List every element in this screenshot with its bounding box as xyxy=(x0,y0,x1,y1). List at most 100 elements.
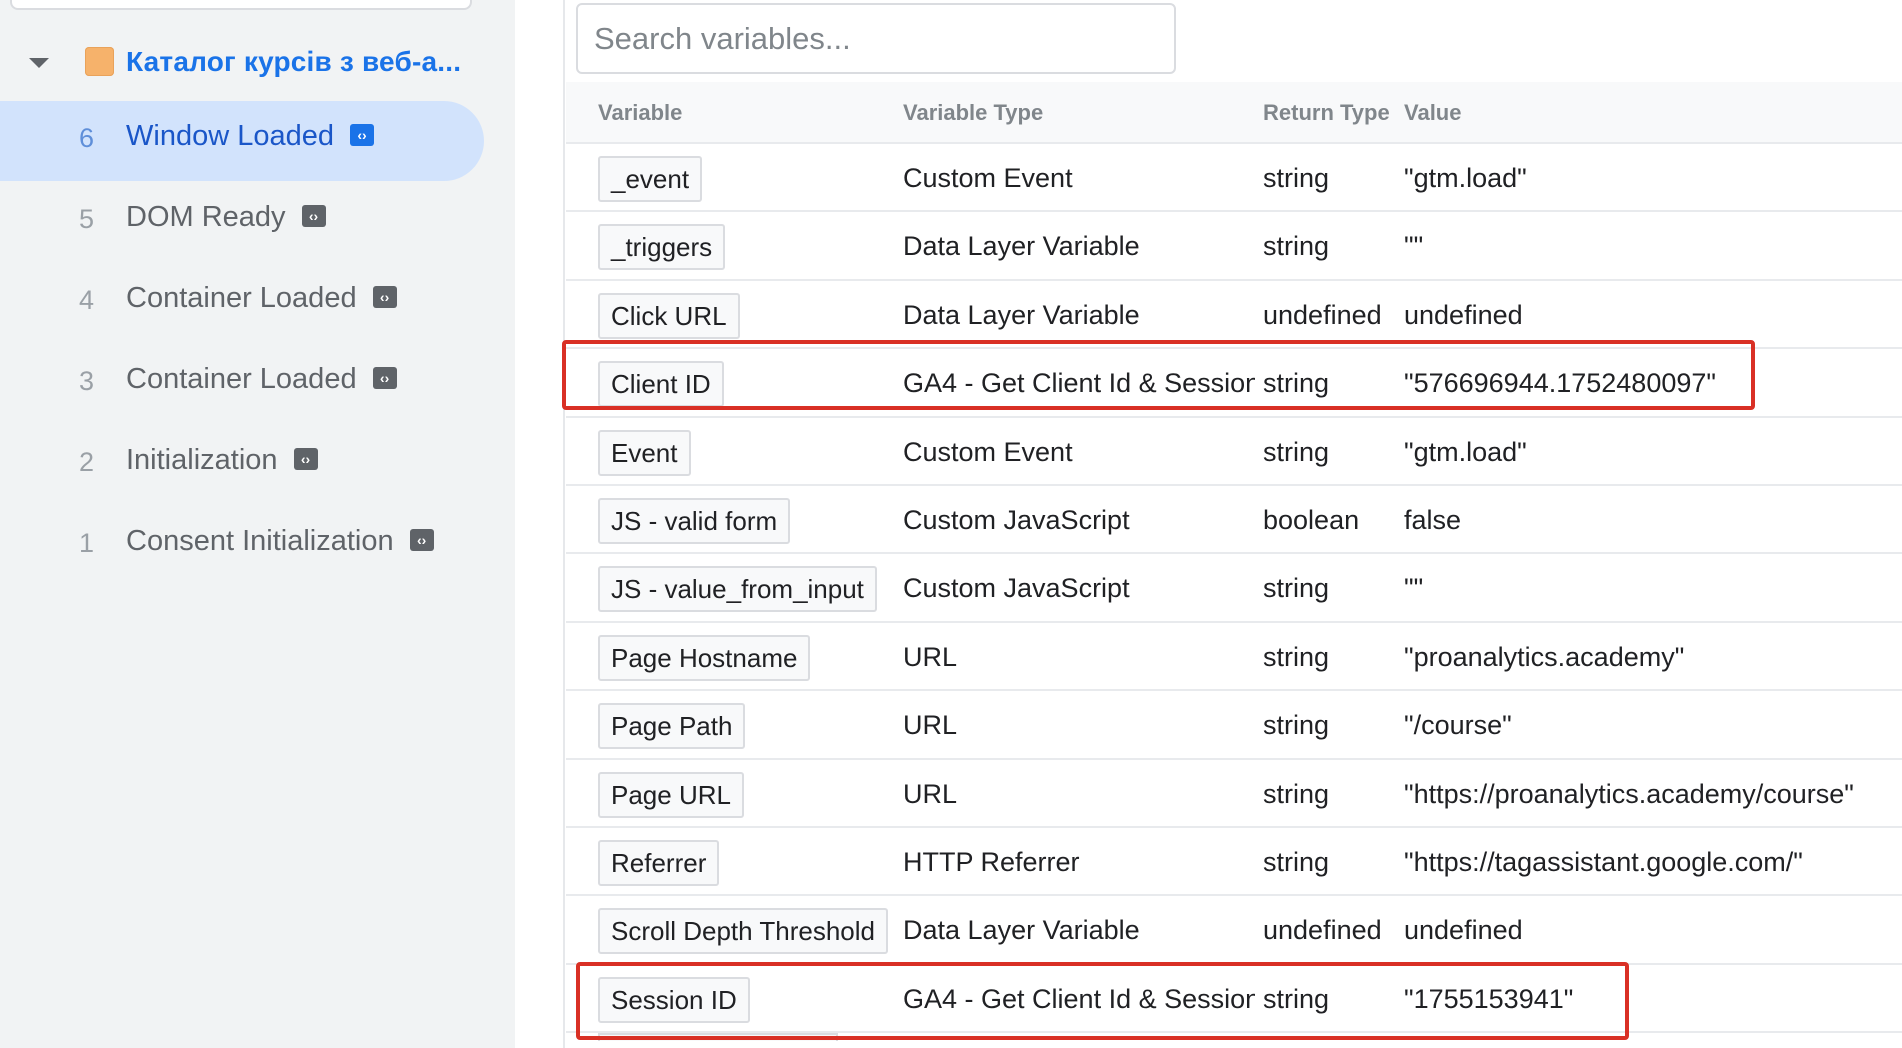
variable-type: URL xyxy=(903,710,958,741)
return-type: undefined xyxy=(1263,915,1382,946)
variable-value: undefined xyxy=(1404,915,1523,946)
code-icon xyxy=(409,529,434,552)
table-row: Click URL Data Layer Variable undefined … xyxy=(566,281,1902,350)
variable-type: Custom JavaScript xyxy=(903,504,1130,535)
event-item-window-loaded[interactable]: 6 Window Loaded xyxy=(0,101,515,182)
sidebar: Каталог курсів з веб-а... 6 Window Loade… xyxy=(0,0,515,1048)
return-type: boolean xyxy=(1263,504,1360,535)
variable-name[interactable]: Scroll Depth Threshold xyxy=(598,908,888,955)
variable-name[interactable]: Referrer xyxy=(598,839,720,886)
variable-value: "576696944.1752480097" xyxy=(1404,368,1716,399)
variable-value: "https://tagassistant.google.com/" xyxy=(1404,846,1803,877)
variable-type: URL xyxy=(903,641,958,672)
event-name: Container Loaded xyxy=(126,363,357,395)
return-type: string xyxy=(1263,983,1330,1014)
variable-name-partial[interactable] xyxy=(598,1033,838,1042)
event-number: 3 xyxy=(79,366,95,396)
variable-name[interactable]: JS - valid form xyxy=(598,497,791,544)
event-name: DOM Ready xyxy=(126,201,286,233)
event-number: 1 xyxy=(79,528,95,558)
variable-name[interactable]: Page Hostname xyxy=(598,634,811,681)
variable-name[interactable]: JS - value_from_input xyxy=(598,566,877,613)
container-name: Каталог курсів з веб-а... xyxy=(126,46,462,77)
variable-type: Data Layer Variable xyxy=(903,231,1140,262)
variable-type: GA4 - Get Client Id & Session Id xyxy=(903,368,1255,399)
event-number: 4 xyxy=(79,285,95,315)
container-icon xyxy=(85,47,114,76)
variable-name[interactable]: Event xyxy=(598,429,691,476)
event-item-dom-ready[interactable]: 5 DOM Ready xyxy=(0,182,515,263)
variable-value: undefined xyxy=(1404,299,1523,330)
table-row: Client ID GA4 - Get Client Id & Session … xyxy=(566,349,1902,418)
variable-type: Custom Event xyxy=(903,436,1073,467)
return-type: string xyxy=(1263,641,1330,672)
variable-type: URL xyxy=(903,778,958,809)
return-type: string xyxy=(1263,436,1330,467)
table-row: Scroll Depth Threshold Data Layer Variab… xyxy=(566,896,1902,965)
table-row: JS - valid form Custom JavaScript boolea… xyxy=(566,486,1902,555)
column-header-return-type: Return Type xyxy=(1263,100,1390,125)
search-input[interactable] xyxy=(576,3,1176,74)
event-item-consent-initialization[interactable]: 1 Consent Initialization xyxy=(0,506,515,587)
variable-value: "gtm.load" xyxy=(1404,436,1527,467)
variable-name[interactable]: _triggers xyxy=(598,224,726,271)
return-type: string xyxy=(1263,710,1330,741)
variable-value: "gtm.load" xyxy=(1404,163,1527,193)
column-header-variable-type: Variable Type xyxy=(903,100,1044,125)
variable-name[interactable]: _event xyxy=(598,156,703,202)
panel-gutter xyxy=(515,0,566,1048)
table-row: _event Custom Event string "gtm.load" xyxy=(566,144,1902,213)
table-row: Referrer HTTP Referrer string "https://t… xyxy=(566,828,1902,897)
event-item-container-loaded-4[interactable]: 4 Container Loaded xyxy=(0,263,515,344)
return-type: string xyxy=(1263,368,1330,399)
code-icon xyxy=(293,448,318,471)
event-item-initialization[interactable]: 2 Initialization xyxy=(0,425,515,506)
event-number: 6 xyxy=(79,123,95,153)
variable-name[interactable]: Page URL xyxy=(598,771,744,818)
return-type: string xyxy=(1263,573,1330,604)
variable-value: "1755153941" xyxy=(1404,983,1574,1014)
tag-assistant-app: Каталог курсів з веб-а... 6 Window Loade… xyxy=(0,0,1902,1048)
sidebar-top-control[interactable] xyxy=(10,0,472,10)
container-header[interactable]: Каталог курсів з веб-а... xyxy=(0,36,515,88)
code-icon xyxy=(349,124,374,147)
table-row: Page Path URL string "/course" xyxy=(566,691,1902,760)
table-row: Session ID GA4 - Get Client Id & Session… xyxy=(566,965,1902,1034)
table-row: JS - value_from_input Custom JavaScript … xyxy=(566,554,1902,623)
variable-value: "" xyxy=(1404,231,1424,262)
variable-name[interactable]: Click URL xyxy=(598,292,740,339)
column-header-variable: Variable xyxy=(598,100,683,125)
variable-name[interactable]: Client ID xyxy=(598,361,724,408)
return-type: string xyxy=(1263,163,1330,193)
return-type: string xyxy=(1263,231,1330,262)
event-name: Window Loaded xyxy=(126,120,334,152)
chevron-down-icon[interactable] xyxy=(29,58,49,68)
code-icon xyxy=(372,286,397,309)
event-item-container-loaded-3[interactable]: 3 Container Loaded xyxy=(0,344,515,425)
return-type: string xyxy=(1263,778,1330,809)
event-name: Initialization xyxy=(126,444,278,476)
table-row: _triggers Data Layer Variable string "" xyxy=(566,212,1902,281)
variable-value: "https://proanalytics.academy/course" xyxy=(1404,778,1854,809)
table-row: Page Hostname URL string "proanalytics.a… xyxy=(566,623,1902,692)
return-type: string xyxy=(1263,846,1330,877)
variable-type: Data Layer Variable xyxy=(903,915,1140,946)
variable-type: Custom Event xyxy=(903,163,1073,193)
variable-value: "proanalytics.academy" xyxy=(1404,641,1685,672)
table-header: Variable Variable Type Return Type Value xyxy=(566,82,1902,144)
table-row: Event Custom Event string "gtm.load" xyxy=(566,418,1902,486)
divider xyxy=(563,0,565,1048)
column-header-value: Value xyxy=(1404,100,1462,125)
variable-name[interactable]: Page Path xyxy=(598,703,746,750)
variables-panel: Variable Variable Type Return Type Value… xyxy=(566,0,1902,1048)
event-number: 5 xyxy=(79,204,95,234)
variable-type: Custom JavaScript xyxy=(903,573,1130,604)
variables-table: Variable Variable Type Return Type Value… xyxy=(566,82,1902,1048)
variable-type: Data Layer Variable xyxy=(903,299,1140,330)
variable-value: "" xyxy=(1404,573,1424,604)
variable-name[interactable]: Session ID xyxy=(598,976,750,1023)
table-row: Page URL URL string "https://proanalytic… xyxy=(566,760,1902,828)
event-number: 2 xyxy=(79,447,95,477)
event-list: 6 Window Loaded 5 DOM Ready 4 Container … xyxy=(0,101,515,587)
variable-type: GA4 - Get Client Id & Session Id xyxy=(903,983,1255,1014)
